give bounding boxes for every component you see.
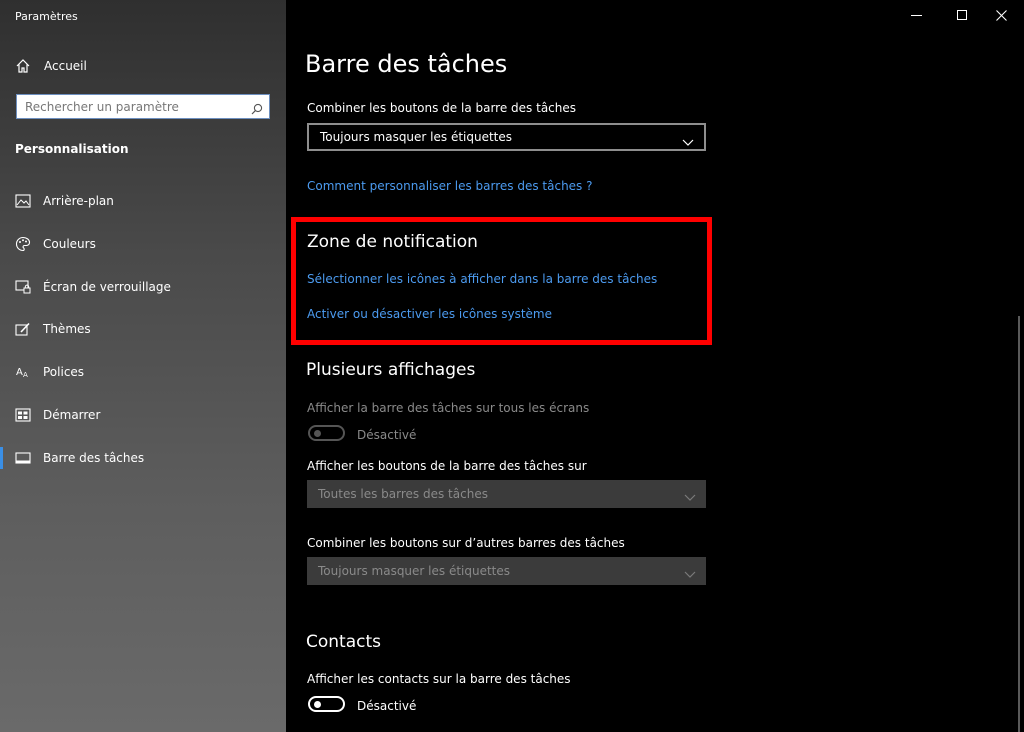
select-icons-link[interactable]: Sélectionner les icônes à afficher dans …	[307, 272, 657, 286]
contacts-toggle[interactable]	[308, 696, 345, 712]
main-content: Barre des tâches Combiner les boutons de…	[286, 0, 1024, 732]
contacts-state: Désactivé	[357, 699, 417, 713]
combine-other-label: Combiner les boutons sur d’autres barres…	[307, 536, 625, 550]
show-all-screens-toggle[interactable]	[308, 425, 345, 441]
search-input[interactable]	[17, 95, 245, 118]
help-link[interactable]: Comment personnaliser les barres des tâc…	[307, 179, 593, 193]
combine-dropdown-value: Toujours masquer les étiquettes	[320, 130, 513, 144]
taskbar-icon	[15, 450, 31, 466]
svg-text:A: A	[23, 371, 28, 379]
combine-dropdown[interactable]: Toujours masquer les étiquettes	[307, 123, 706, 151]
scrollbar[interactable]	[1018, 316, 1020, 732]
sidebar-item-label: Thèmes	[43, 322, 91, 336]
show-buttons-on-value: Toutes les barres des tâches	[318, 487, 488, 501]
contacts-heading: Contacts	[306, 632, 381, 652]
palette-icon	[15, 236, 31, 252]
sidebar-item-colors[interactable]: Couleurs	[0, 226, 286, 262]
notification-heading: Zone de notification	[307, 232, 478, 252]
sidebar-item-label: Arrière-plan	[43, 194, 114, 208]
sidebar-item-label: Polices	[43, 365, 85, 379]
contacts-label: Afficher les contacts sur la barre des t…	[307, 672, 571, 686]
svg-text:A: A	[16, 367, 23, 378]
chevron-down-icon	[684, 488, 696, 501]
search-icon[interactable]	[251, 100, 263, 115]
combine-label: Combiner les boutons de la barre des tâc…	[307, 101, 577, 115]
settings-window: Paramètres Accueil Personnalisation Arri…	[0, 0, 1024, 732]
combine-other-dropdown[interactable]: Toujours masquer les étiquettes	[307, 557, 706, 585]
sidebar-item-label: Couleurs	[43, 237, 96, 251]
system-icons-link[interactable]: Activer ou désactiver les icônes système	[307, 307, 552, 321]
show-all-screens-state: Désactivé	[357, 428, 417, 442]
sidebar-section-title: Personnalisation	[15, 142, 129, 156]
combine-other-value: Toujours masquer les étiquettes	[318, 564, 511, 578]
toggle-knob	[314, 701, 321, 708]
sidebar-item-label: Barre des tâches	[43, 451, 145, 465]
window-title: Paramètres	[15, 10, 78, 23]
show-buttons-on-dropdown[interactable]: Toutes les barres des tâches	[307, 480, 706, 508]
sidebar-item-taskbar[interactable]: Barre des tâches	[0, 440, 286, 476]
sidebar: Paramètres Accueil Personnalisation Arri…	[0, 0, 286, 732]
sidebar-item-fonts[interactable]: AA Polices	[0, 354, 286, 390]
toggle-knob	[314, 430, 321, 437]
themes-icon	[15, 321, 31, 337]
fonts-icon: AA	[15, 364, 31, 380]
sidebar-item-background[interactable]: Arrière-plan	[0, 183, 286, 219]
search-box[interactable]	[16, 94, 270, 119]
show-all-screens-label: Afficher la barre des tâches sur tous le…	[307, 401, 590, 415]
image-icon	[15, 193, 31, 209]
sidebar-item-label: Démarrer	[43, 408, 101, 422]
show-buttons-on-label: Afficher les boutons de la barre des tâc…	[307, 459, 587, 473]
sidebar-item-themes[interactable]: Thèmes	[0, 311, 286, 347]
home-icon	[15, 58, 31, 74]
chevron-down-icon	[682, 133, 694, 146]
sidebar-item-start[interactable]: Démarrer	[0, 397, 286, 433]
start-icon	[15, 407, 31, 423]
sidebar-item-lock-screen[interactable]: Écran de verrouillage	[0, 269, 286, 305]
multi-display-heading: Plusieurs affichages	[306, 360, 476, 380]
sidebar-item-home[interactable]: Accueil	[0, 48, 286, 84]
sidebar-item-label: Accueil	[44, 59, 87, 73]
page-title: Barre des tâches	[305, 50, 508, 78]
chevron-down-icon	[684, 565, 696, 578]
lock-screen-icon	[15, 279, 31, 295]
sidebar-item-label: Écran de verrouillage	[43, 280, 171, 294]
